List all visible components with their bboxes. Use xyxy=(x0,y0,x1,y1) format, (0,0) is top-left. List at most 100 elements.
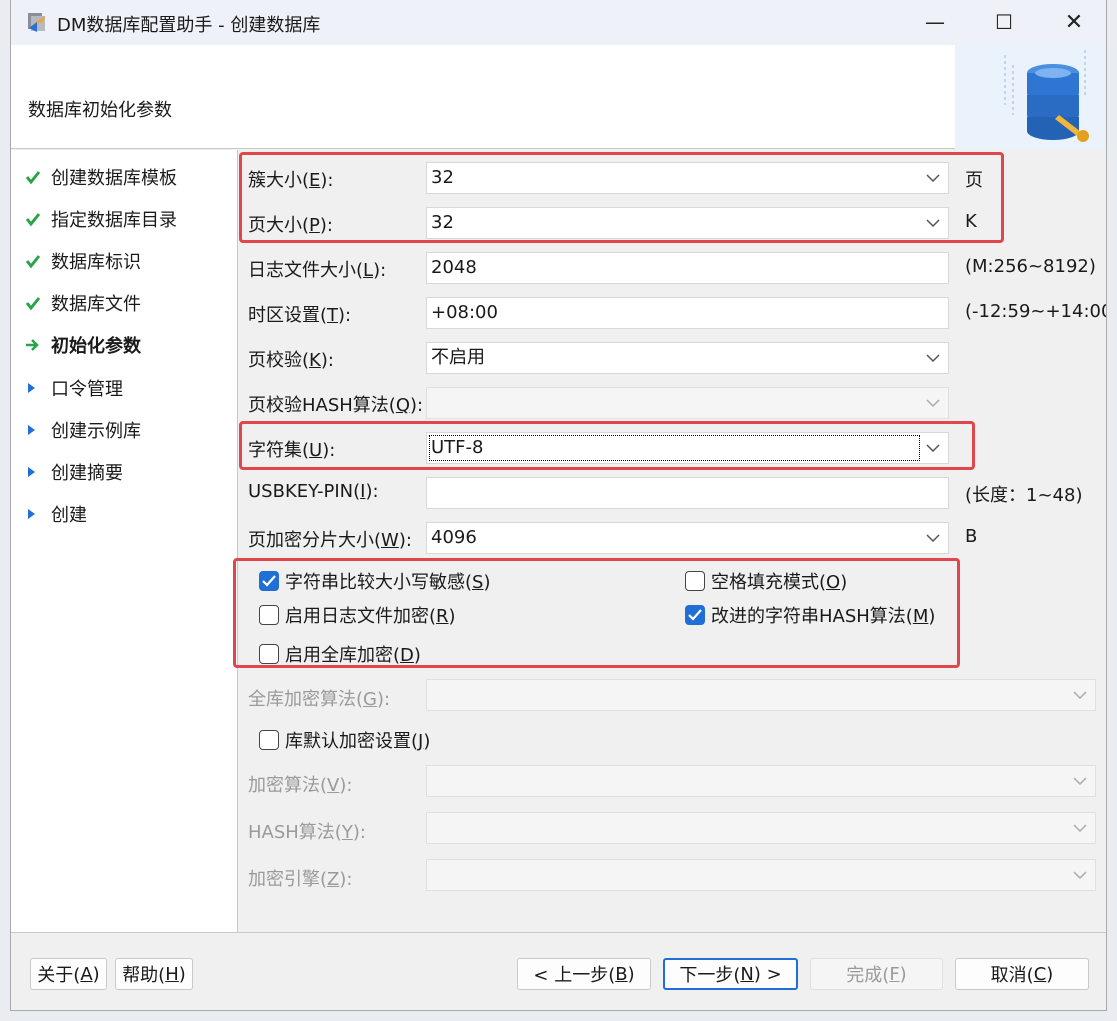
log-encrypt-checkbox[interactable]: 启用日志文件加密(R) xyxy=(259,602,456,628)
cluster-size-value: 32 xyxy=(431,167,454,188)
database-logo-icon xyxy=(955,45,1106,149)
nav-item-init-params[interactable]: 初始化参数 xyxy=(25,330,141,360)
check-icon xyxy=(25,169,51,185)
chevron-down-icon xyxy=(1073,766,1089,796)
app-icon xyxy=(28,13,45,32)
usbkey-pin-input[interactable] xyxy=(426,477,949,509)
page-check-label: 页校验(K): xyxy=(248,350,334,371)
case-sensitive-label: 字符串比较大小写敏感(S) xyxy=(285,572,491,593)
page-size-unit: K xyxy=(965,211,977,232)
checkbox-unchecked-icon xyxy=(259,730,279,750)
full-db-encrypt-label: 启用全库加密(D) xyxy=(285,645,421,666)
cluster-size-unit: 页 xyxy=(965,170,983,191)
encrypt-engine-select[interactable] xyxy=(426,859,1096,891)
chevron-down-icon xyxy=(926,343,942,373)
checkbox-unchecked-icon xyxy=(259,605,279,625)
time-zone-value: +08:00 xyxy=(431,302,498,323)
page-check-select[interactable]: 不启用 xyxy=(426,342,949,374)
init-params-form: 簇大小(E): 32 页 页大小(P): 32 K 日志文件大小(L): 204… xyxy=(233,150,1106,932)
arrow-right-icon xyxy=(25,337,51,353)
cluster-size-select[interactable]: 32 xyxy=(426,162,949,194)
full-db-algo-select[interactable] xyxy=(426,679,1096,711)
chevron-down-icon xyxy=(926,388,942,418)
title-bar: DM数据库配置助手 - 创建数据库 — ☐ ✕ xyxy=(11,0,1106,45)
page-check-hash-label: 页校验HASH算法(Q): xyxy=(248,395,424,416)
improved-hash-checkbox[interactable]: 改进的字符串HASH算法(M) xyxy=(685,602,935,628)
full-db-algo-label: 全库加密算法(G): xyxy=(248,689,391,710)
improved-hash-label: 改进的字符串HASH算法(M) xyxy=(711,606,936,627)
encrypt-engine-label: 加密引擎(Z): xyxy=(248,869,353,890)
nav-item-files[interactable]: 数据库文件 xyxy=(25,288,141,318)
default-encrypt-checkbox[interactable]: 库默认加密设置(J) xyxy=(259,727,430,753)
time-zone-label: 时区设置(T): xyxy=(248,305,352,326)
charset-select[interactable]: UTF-8 xyxy=(426,432,949,464)
log-encrypt-label: 启用日志文件加密(R) xyxy=(285,606,456,627)
nav-item-directory[interactable]: 指定数据库目录 xyxy=(25,204,177,234)
encrypt-algo-label: 加密算法(V): xyxy=(248,775,353,796)
nav-item-label: 口令管理 xyxy=(51,379,123,400)
default-encrypt-label: 库默认加密设置(J) xyxy=(285,731,431,752)
next-button[interactable]: 下一步(N) > xyxy=(663,958,798,990)
log-file-size-range: (M:256~8192) xyxy=(965,256,1096,277)
page-check-hash-select[interactable] xyxy=(426,387,949,419)
chevron-down-icon xyxy=(926,523,942,553)
check-icon xyxy=(25,211,51,227)
wizard-steps-nav: 创建数据库模板 指定数据库目录 数据库标识 数据库文件 初始化参数 口令管理 创… xyxy=(11,150,238,932)
nav-item-summary[interactable]: 创建摘要 xyxy=(25,457,123,487)
check-icon xyxy=(25,295,51,311)
page-size-select[interactable]: 32 xyxy=(426,207,949,239)
log-file-size-input[interactable]: 2048 xyxy=(426,252,949,284)
page-enc-slice-select[interactable]: 4096 xyxy=(426,522,949,554)
hash-algo-label: HASH算法(Y): xyxy=(248,822,366,843)
check-icon xyxy=(25,253,51,269)
blank-pad-label: 空格填充模式(O) xyxy=(711,572,848,593)
finish-button[interactable]: 完成(F) xyxy=(810,958,943,990)
chevron-down-icon xyxy=(1073,680,1089,710)
page-enc-slice-value: 4096 xyxy=(431,527,477,548)
nav-item-label: 创建摘要 xyxy=(51,463,123,484)
maximize-icon: ☐ xyxy=(995,10,1013,34)
nav-item-password[interactable]: 口令管理 xyxy=(25,373,123,403)
page-enc-slice-unit: B xyxy=(965,526,978,547)
chevron-down-icon xyxy=(926,208,942,238)
maximize-button[interactable]: ☐ xyxy=(969,0,1039,45)
dialog-window: DM数据库配置助手 - 创建数据库 — ☐ ✕ 数据库初始化参数 创建数据库模板… xyxy=(10,0,1107,1011)
minimize-icon: — xyxy=(925,10,945,34)
usbkey-pin-label: USBKEY-PIN(I): xyxy=(248,481,379,502)
nav-item-identity[interactable]: 数据库标识 xyxy=(25,246,141,276)
checkbox-unchecked-icon xyxy=(259,644,279,664)
nav-item-label: 指定数据库目录 xyxy=(51,210,177,231)
blank-pad-checkbox[interactable]: 空格填充模式(O) xyxy=(685,568,847,594)
minimize-button[interactable]: — xyxy=(900,0,970,45)
case-sensitive-checkbox[interactable]: 字符串比较大小写敏感(S) xyxy=(259,568,491,594)
page-size-value: 32 xyxy=(431,212,454,233)
page-check-value: 不启用 xyxy=(431,347,485,368)
checkbox-unchecked-icon xyxy=(685,571,705,591)
close-icon: ✕ xyxy=(1064,10,1084,35)
dialog-footer: 关于(A) 帮助(H) < 上一步(B) 下一步(N) > 完成(F) 取消(C… xyxy=(11,932,1106,1010)
checkbox-checked-icon xyxy=(259,571,279,591)
chevron-down-icon xyxy=(926,163,942,193)
triangle-right-icon xyxy=(25,381,51,395)
nav-item-create[interactable]: 创建 xyxy=(25,499,87,529)
about-button[interactable]: 关于(A) xyxy=(30,958,107,990)
triangle-right-icon xyxy=(25,465,51,479)
encrypt-algo-select[interactable] xyxy=(426,765,1096,797)
nav-item-template[interactable]: 创建数据库模板 xyxy=(25,162,177,192)
chevron-down-icon xyxy=(926,433,942,463)
nav-item-label: 创建 xyxy=(51,505,87,526)
page-enc-slice-label: 页加密分片大小(W): xyxy=(248,530,412,551)
nav-item-label: 初始化参数 xyxy=(51,336,141,357)
window-title: DM数据库配置助手 - 创建数据库 xyxy=(57,15,321,36)
close-button[interactable]: ✕ xyxy=(1039,0,1106,45)
page-size-label: 页大小(P): xyxy=(248,215,333,236)
full-db-encrypt-checkbox[interactable]: 启用全库加密(D) xyxy=(259,641,421,667)
nav-item-label: 数据库标识 xyxy=(51,252,141,273)
cancel-button[interactable]: 取消(C) xyxy=(955,958,1089,990)
back-button[interactable]: < 上一步(B) xyxy=(517,958,651,990)
time-zone-input[interactable]: +08:00 xyxy=(426,297,949,329)
charset-label: 字符集(U): xyxy=(248,440,336,461)
nav-item-sample-db[interactable]: 创建示例库 xyxy=(25,415,141,445)
hash-algo-select[interactable] xyxy=(426,812,1096,844)
help-button[interactable]: 帮助(H) xyxy=(115,958,193,990)
